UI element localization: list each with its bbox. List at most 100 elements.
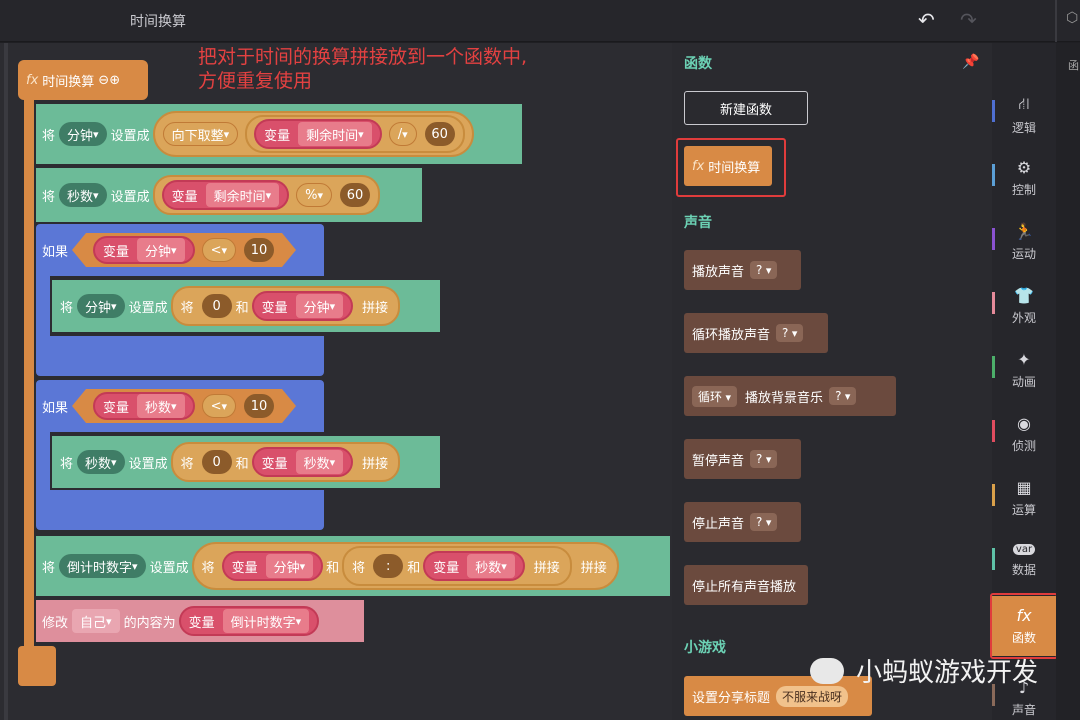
zero-input[interactable]: 0 xyxy=(201,450,232,474)
sound-dropdown[interactable]: ? xyxy=(829,387,857,405)
concat-prefix-label: 将 xyxy=(180,300,194,316)
variable-name-dropdown[interactable]: 倒计时数字 xyxy=(222,609,310,633)
category-data[interactable]: var 数据 xyxy=(992,542,1056,578)
variable-dropdown[interactable]: 秒数 xyxy=(77,450,125,474)
variable-name-dropdown[interactable]: 剩余时间 xyxy=(205,183,280,207)
category-logic[interactable]: ⛙ 逻辑 xyxy=(992,94,1056,136)
redo-icon[interactable]: ↷ xyxy=(960,8,977,32)
function-icon: fx xyxy=(1016,606,1032,625)
sound-dropdown[interactable]: ? xyxy=(750,513,778,531)
number-input[interactable]: 60 xyxy=(340,183,371,207)
undo-icon[interactable]: ↶ xyxy=(918,8,935,32)
and-label: 和 xyxy=(235,300,249,316)
variable-name-dropdown[interactable]: 分钟 xyxy=(295,294,344,318)
variable-name-dropdown[interactable]: 分钟 xyxy=(137,238,185,262)
variable-label: 变量 xyxy=(231,560,258,576)
animation-icon: ✦ xyxy=(1017,350,1031,369)
operator-dropdown[interactable]: % xyxy=(296,183,333,207)
set-minutes-block[interactable]: 将 分钟 设置成 向下取整 变量 剩余时间 / 60 xyxy=(36,104,522,164)
loop-dropdown[interactable]: 循环 xyxy=(692,385,738,407)
if-label: 如果 xyxy=(42,244,69,260)
sound-dropdown[interactable]: ? xyxy=(750,261,778,279)
concat-group-outer[interactable]: 将 变量 分钟 和 将 : 和 变量 秒数 拼接 拼接 xyxy=(191,542,619,590)
variable-name-dropdown[interactable]: 秒数 xyxy=(295,450,344,474)
divide-group[interactable]: 变量 剩余时间 / 60 xyxy=(245,115,465,153)
variable-reporter[interactable]: 变量 分钟 xyxy=(221,551,324,581)
variable-dropdown[interactable]: 秒数 xyxy=(59,183,107,207)
function-name: 时间换算 xyxy=(42,74,95,90)
target-dropdown[interactable]: 自己 xyxy=(72,609,120,633)
variable-dropdown[interactable]: 倒计时数字 xyxy=(59,554,146,578)
palette-bg-music[interactable]: 循环 播放背景音乐 ? xyxy=(684,376,896,416)
variable-name-dropdown[interactable]: 分钟 xyxy=(265,554,314,578)
floor-group[interactable]: 向下取整 变量 剩余时间 / 60 xyxy=(152,111,474,157)
modify-content-block[interactable]: 修改 自己 的内容为 变量 倒计时数字 xyxy=(36,600,364,642)
colon-input[interactable]: : xyxy=(373,554,404,578)
palette-stop-all-sounds[interactable]: 停止所有声音播放 xyxy=(684,565,808,605)
workspace-scrollbar[interactable] xyxy=(4,43,8,720)
category-label: 外观 xyxy=(1011,311,1036,325)
variable-dropdown[interactable]: 分钟 xyxy=(59,122,107,146)
item-label: 停止声音 xyxy=(692,516,745,532)
if-block-spine xyxy=(36,276,50,336)
variable-reporter[interactable]: 变量 分钟 xyxy=(93,236,195,264)
number-input[interactable]: 10 xyxy=(244,238,274,262)
variable-name-dropdown[interactable]: 剩余时间 xyxy=(298,122,372,146)
sound-dropdown[interactable]: ? xyxy=(750,450,778,468)
variable-reporter[interactable]: 变量 剩余时间 xyxy=(161,180,290,210)
palette-pause-sound[interactable]: 暂停声音 ? xyxy=(684,439,801,479)
variable-reporter[interactable]: 变量 倒计时数字 xyxy=(178,606,320,636)
floor-dropdown[interactable]: 向下取整 xyxy=(162,122,239,146)
set-countdown-block[interactable]: 将 倒计时数字 设置成 将 变量 分钟 和 将 : 和 变量 秒数 拼接 拼接 xyxy=(36,536,670,596)
category-motion[interactable]: 🏃 运动 xyxy=(992,222,1056,262)
if-block-spine xyxy=(36,432,50,492)
category-operator[interactable]: ▦ 运算 xyxy=(992,478,1056,518)
modify-label: 修改 xyxy=(42,615,69,631)
variable-reporter[interactable]: 变量 秒数 xyxy=(423,551,525,581)
variable-dropdown[interactable]: 分钟 xyxy=(77,294,125,318)
compare-operator-dropdown[interactable]: < xyxy=(202,238,236,262)
cube-icon[interactable]: ⬡ xyxy=(1066,10,1078,26)
palette-function-item[interactable]: fx 时间换算 xyxy=(684,146,772,186)
compare-operator-dropdown[interactable]: < xyxy=(202,394,236,418)
set-seconds-pad-block[interactable]: 将 秒数 设置成 将 0 和 变量 秒数 拼接 xyxy=(52,436,440,488)
compare-condition[interactable]: 变量 分钟 < 10 xyxy=(72,233,296,267)
category-control[interactable]: ⚙ 控制 xyxy=(992,158,1056,198)
concat-group-inner[interactable]: 将 : 和 变量 秒数 拼接 xyxy=(342,546,572,586)
category-sensing[interactable]: ◉ 侦测 xyxy=(992,414,1056,454)
annotation-note: 把对于时间的换算拼接放到一个函数中, 方便重复使用 xyxy=(198,45,527,93)
compare-condition[interactable]: 变量 秒数 < 10 xyxy=(72,389,296,423)
concat-group[interactable]: 将 0 和 变量 秒数 拼接 xyxy=(170,442,401,482)
expand-icon[interactable]: ⊕ xyxy=(109,73,120,88)
pin-icon[interactable]: 📌 xyxy=(962,54,979,70)
category-function[interactable]: fx 函数 xyxy=(992,606,1056,646)
note-line-2: 方便重复使用 xyxy=(198,70,313,92)
category-animation[interactable]: ✦ 动画 xyxy=(992,350,1056,390)
operator-dropdown[interactable]: / xyxy=(388,122,417,146)
wechat-icon xyxy=(810,657,844,684)
palette-play-sound[interactable]: 播放声音 ? xyxy=(684,250,801,290)
variable-reporter[interactable]: 变量 剩余时间 xyxy=(254,119,382,149)
new-function-button[interactable]: 新建函数 xyxy=(684,91,808,125)
variable-reporter[interactable]: 变量 秒数 xyxy=(251,447,354,477)
variable-name-dropdown[interactable]: 秒数 xyxy=(137,394,185,418)
zero-input[interactable]: 0 xyxy=(201,294,232,318)
palette-stop-sound[interactable]: 停止声音 ? xyxy=(684,502,801,542)
concat-label: 拼接 xyxy=(362,456,389,472)
function-definition-block[interactable]: fx 时间换算 ⊖ ⊕ xyxy=(18,60,148,100)
variable-reporter[interactable]: 变量 分钟 xyxy=(251,291,354,321)
sound-dropdown[interactable]: ? xyxy=(776,324,804,342)
collapse-icon[interactable]: ⊖ xyxy=(98,73,109,88)
category-looks[interactable]: 👕 外观 xyxy=(992,286,1056,326)
palette-loop-sound[interactable]: 循环播放声音 ? xyxy=(684,313,828,353)
top-bar: 时间换算 ↶ ↷ ⬡ xyxy=(0,0,1080,42)
variable-reporter[interactable]: 变量 秒数 xyxy=(93,392,195,420)
set-seconds-block[interactable]: 将 秒数 设置成 变量 剩余时间 % 60 xyxy=(36,168,422,222)
set-minutes-pad-block[interactable]: 将 分钟 设置成 将 0 和 变量 分钟 拼接 xyxy=(52,280,440,332)
concat-group[interactable]: 将 0 和 变量 分钟 拼接 xyxy=(170,286,401,326)
variable-label: 变量 xyxy=(171,189,198,205)
number-input[interactable]: 10 xyxy=(244,394,274,418)
number-input[interactable]: 60 xyxy=(424,122,455,146)
variable-name-dropdown[interactable]: 秒数 xyxy=(467,554,515,578)
mod-group[interactable]: 变量 剩余时间 % 60 xyxy=(152,175,381,215)
